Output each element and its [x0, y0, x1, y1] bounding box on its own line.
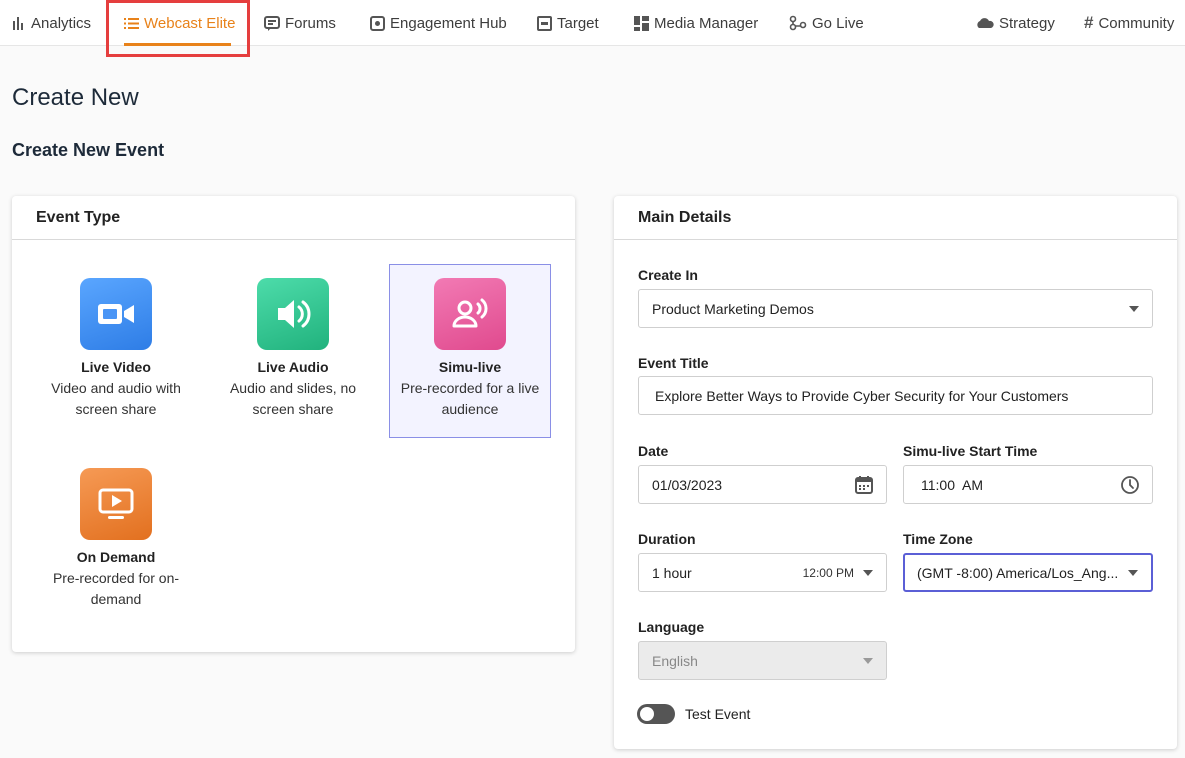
event-title-input[interactable]: Explore Better Ways to Provide Cyber Sec…: [638, 376, 1153, 415]
date-value: 01/03/2023: [652, 476, 723, 493]
duration-label: Duration: [638, 531, 696, 547]
tile-label: Simu-live: [438, 359, 502, 375]
bar-chart-icon: [12, 16, 26, 30]
tile-desc: Audio and slides, no screen share: [229, 380, 357, 417]
event-title-value: Explore Better Ways to Provide Cyber Sec…: [655, 387, 1069, 404]
event-type-card: Event Type Live Video Video and audio wi…: [12, 196, 575, 652]
hashtag-icon: #: [1084, 13, 1094, 32]
language-select: English: [638, 641, 887, 680]
date-input[interactable]: 01/03/2023: [638, 465, 887, 504]
event-title-label: Event Title: [638, 355, 709, 371]
speaker-icon: [257, 278, 329, 350]
list-icon: [124, 17, 139, 30]
nav-target[interactable]: Target: [537, 0, 599, 46]
chevron-down-icon: [863, 569, 873, 576]
nav-analytics[interactable]: Analytics: [12, 0, 91, 46]
clock-icon[interactable]: [1120, 475, 1140, 498]
tile-label: Live Video: [81, 359, 151, 375]
chevron-down-icon: [1129, 305, 1139, 312]
test-event-toggle[interactable]: [637, 704, 675, 724]
tile-desc: Pre-recorded for on-demand: [52, 570, 180, 607]
event-type-on-demand[interactable]: On Demand Pre-recorded for on-demand: [35, 454, 197, 628]
toggle-knob: [640, 707, 654, 721]
top-nav: Analytics Webcast Elite Forums Engagemen…: [0, 0, 1185, 46]
time-zone-label: Time Zone: [903, 531, 973, 547]
tile-desc: Video and audio with screen share: [51, 380, 181, 417]
start-time-value: 11:00 AM: [921, 476, 984, 493]
tile-label: On Demand: [76, 549, 156, 565]
language-value: English: [652, 652, 698, 669]
hub-icon: [370, 15, 385, 31]
nav-label: Engagement Hub: [390, 14, 507, 32]
play-screen-icon: [80, 468, 152, 540]
chevron-down-icon: [863, 657, 873, 664]
language-label: Language: [638, 619, 705, 635]
nav-label: Strategy: [999, 14, 1055, 32]
nav-engagement-hub[interactable]: Engagement Hub: [370, 0, 507, 46]
nav-webcast-elite[interactable]: Webcast Elite: [124, 0, 235, 46]
tile-label: Live Audio: [257, 359, 329, 375]
grid-icon: [634, 15, 649, 31]
create-in-select[interactable]: Product Marketing Demos: [638, 289, 1153, 328]
test-event-label: Test Event: [685, 706, 751, 722]
time-zone-select[interactable]: (GMT -8:00) America/Los_Ang...: [903, 553, 1153, 592]
nav-label: Target: [557, 14, 599, 32]
presenter-icon: [434, 278, 506, 350]
nav-forums[interactable]: Forums: [264, 0, 336, 46]
event-type-header: Event Type: [12, 196, 575, 240]
video-camera-icon: [80, 278, 152, 350]
nav-label: Forums: [285, 14, 336, 32]
section-title: Create New Event: [12, 140, 165, 160]
target-icon: [537, 15, 552, 31]
duration-value: 1 hour: [652, 564, 692, 581]
nav-label: Analytics: [31, 14, 92, 32]
nav-community[interactable]: # Community: [1084, 0, 1174, 46]
chevron-down-icon: [1128, 569, 1138, 576]
create-in-value: Product Marketing Demos: [652, 300, 814, 317]
date-label: Date: [638, 443, 669, 459]
event-type-simu-live[interactable]: Simu-live Pre-recorded for a live audien…: [389, 264, 551, 438]
nodes-icon: [789, 15, 807, 31]
page-title: Create New: [12, 84, 139, 111]
nav-label: Go Live: [812, 14, 864, 32]
nav-strategy[interactable]: Strategy: [976, 0, 1055, 46]
chat-bubble-icon: [264, 15, 280, 31]
nav-label: Community: [1098, 14, 1175, 32]
create-in-label: Create In: [638, 267, 698, 283]
event-type-live-audio[interactable]: Live Audio Audio and slides, no screen s…: [212, 264, 374, 438]
main-details-header: Main Details: [614, 196, 1177, 240]
nav-label: Media Manager: [654, 14, 759, 32]
nav-label: Webcast Elite: [144, 14, 236, 32]
duration-select[interactable]: 1 hour 12:00 PM: [638, 553, 887, 592]
time-zone-value: (GMT -8:00) America/Los_Ang...: [917, 564, 1119, 581]
tile-desc: Pre-recorded for a live audience: [400, 380, 540, 417]
nav-media-manager[interactable]: Media Manager: [634, 0, 758, 46]
duration-end-time: 12:00 PM: [802, 566, 854, 580]
start-time-label: Simu-live Start Time: [903, 443, 1038, 459]
start-time-input[interactable]: 11:00 AM: [903, 465, 1153, 504]
calendar-icon[interactable]: [854, 475, 874, 498]
cloud-icon: [976, 17, 994, 29]
event-type-live-video[interactable]: Live Video Video and audio with screen s…: [35, 264, 197, 438]
nav-go-live[interactable]: Go Live: [789, 0, 864, 46]
